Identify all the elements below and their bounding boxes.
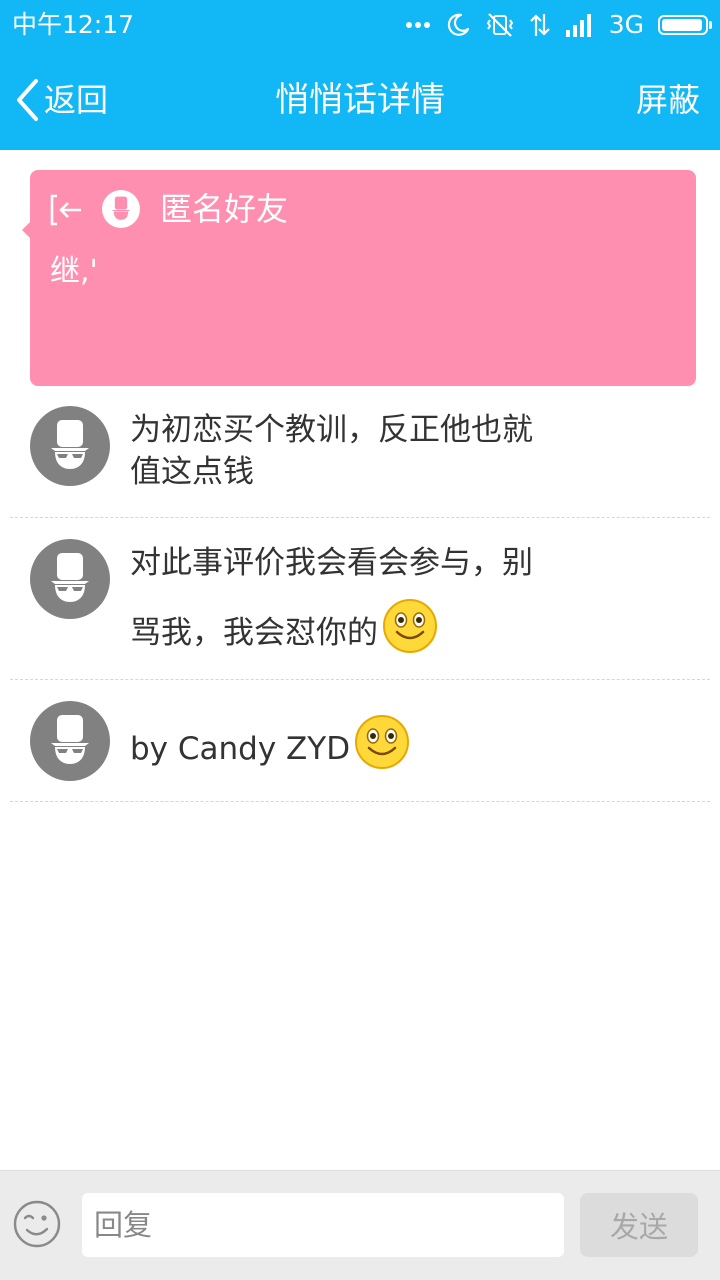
status-bar: 中午12:17 3G [0, 0, 720, 50]
comment-item: by Candy ZYD [10, 680, 710, 802]
signal-bars-icon [565, 14, 591, 37]
wink-face-icon[interactable] [12, 1199, 62, 1249]
page-title: 悄悄话详情 [275, 80, 445, 120]
battery-icon [658, 15, 712, 35]
block-button[interactable]: 屏蔽 [636, 74, 700, 126]
whisper-sender: 匿名好友 [160, 190, 289, 228]
battery-level [662, 19, 702, 31]
status-icons: 3G [405, 9, 712, 41]
reply-bar: 发送 [0, 1170, 720, 1280]
anonymous-avatar-icon [30, 406, 110, 486]
comment-line: 对此事评价我会看会参与，别 [130, 545, 533, 581]
chevron-left-icon [17, 79, 38, 121]
smile-emoji-icon [355, 715, 410, 769]
comment-item: 对此事评价我会看会参与，别 骂我，我会怼你的 [10, 518, 710, 680]
reply-input[interactable] [82, 1193, 564, 1257]
top-bar: 中午12:17 3G 返回 悄悄话详情 屏蔽 [0, 0, 720, 150]
comment-text: 为初恋买个教训，反正他也就 值这点钱 [130, 409, 570, 493]
comment-text: 对此事评价我会看会参与，别 骂我，我会怼你的 [130, 542, 570, 654]
status-time: 中午12:17 [12, 10, 135, 39]
whisper-message: 继,' [50, 254, 98, 289]
back-label: 返回 [44, 81, 109, 119]
moon-icon [447, 13, 469, 36]
comment-line: by Candy ZYD [130, 731, 351, 767]
whisper-card: 匿名好友 继,' [22, 170, 696, 386]
comment-line-with-emoji: 骂我，我会怼你的 [130, 598, 570, 654]
more-dots-icon [405, 22, 430, 28]
comment-line-with-emoji: by Candy ZYD [130, 714, 570, 770]
comment-item: 为初恋买个教训，反正他也就 值这点钱 [10, 386, 710, 518]
battery-tip [709, 21, 712, 29]
back-button[interactable]: 返回 [14, 74, 108, 126]
anonymous-avatar-icon [30, 701, 110, 781]
anonymous-avatar-icon [102, 190, 140, 228]
title-bar: 返回 悄悄话详情 屏蔽 [0, 50, 720, 150]
send-button[interactable]: 发送 [580, 1193, 698, 1257]
network-type: 3G [608, 10, 644, 39]
vibrate-off-icon [486, 13, 513, 37]
exit-arrow-icon[interactable] [48, 192, 84, 228]
comment-line: 为初恋买个教训，反正他也就 [130, 412, 533, 448]
comment-line: 值这点钱 [130, 454, 254, 490]
comment-line: 骂我，我会怼你的 [130, 615, 378, 651]
anonymous-avatar-icon [30, 539, 110, 619]
comment-text: by Candy ZYD [130, 714, 570, 770]
data-arrows-icon [529, 14, 550, 36]
smile-emoji-icon [383, 599, 437, 653]
